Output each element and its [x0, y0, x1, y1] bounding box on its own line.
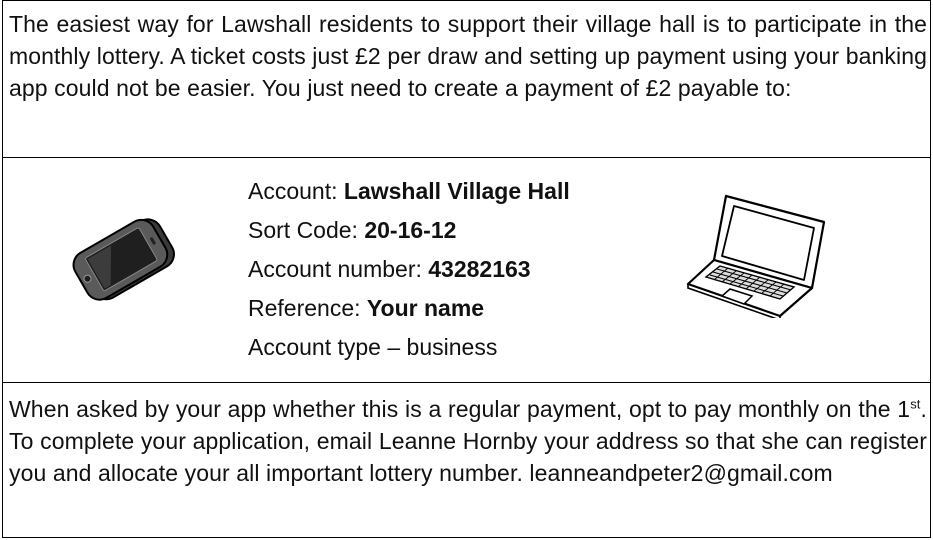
reference-line: Reference: Your name	[248, 289, 570, 328]
ordinal-suffix: st	[910, 396, 921, 412]
laptop-icon	[684, 188, 830, 323]
payment-details: Account: Lawshall Village Hall Sort Code…	[248, 172, 570, 367]
account-type-line: Account type – business	[248, 334, 498, 360]
account-number-line: Account number: 43282163	[248, 250, 570, 289]
account-label: Account:	[248, 178, 344, 204]
reference-value: Your name	[366, 295, 485, 321]
account-number-label: Account number:	[248, 256, 429, 282]
sort-code-label: Sort Code:	[248, 217, 365, 243]
sort-code-line: Sort Code: 20-16-12	[248, 211, 570, 250]
intro-paragraph: The easiest way for Lawshall residents t…	[9, 11, 927, 101]
account-number-value: 43282163	[428, 256, 531, 282]
contact-email: leanneandpeter2@gmail.com	[529, 460, 833, 486]
sort-code-value: 20-16-12	[364, 217, 457, 243]
divider-top	[2, 157, 931, 158]
account-value: Lawshall Village Hall	[343, 178, 570, 204]
reference-label: Reference:	[248, 295, 367, 321]
mobile-phone-icon	[60, 218, 188, 307]
account-line: Account: Lawshall Village Hall	[248, 172, 570, 211]
outro-paragraph: When asked by your app whether this is a…	[9, 393, 927, 489]
outro-text-1: When asked by your app whether this is a…	[9, 396, 911, 422]
divider-bottom	[2, 382, 931, 383]
